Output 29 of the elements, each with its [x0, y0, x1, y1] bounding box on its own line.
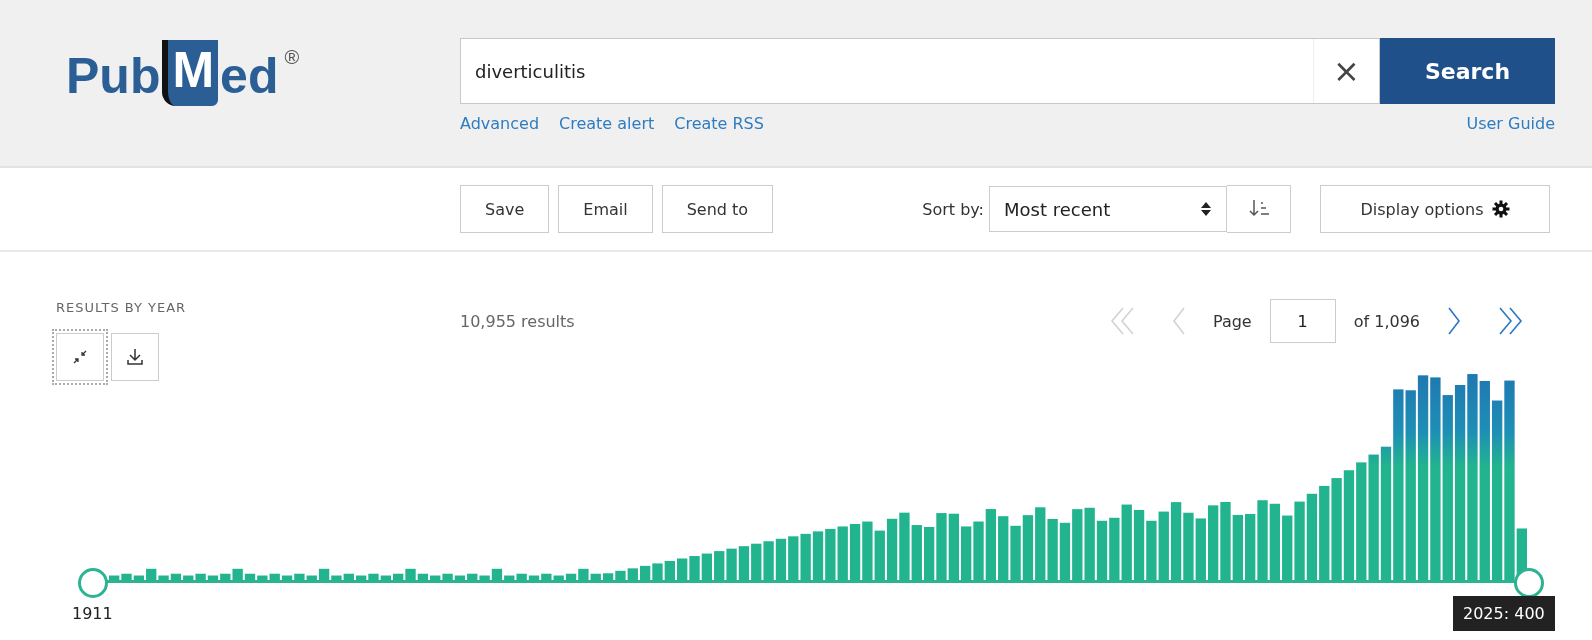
- search-link[interactable]: Create RSS: [674, 114, 764, 133]
- sort-label: Sort by:: [922, 199, 984, 219]
- chart-title: RESULTS BY YEAR: [56, 300, 188, 315]
- range-start-handle[interactable]: [78, 568, 108, 598]
- download-icon: [125, 347, 145, 367]
- page-total: of 1,096: [1353, 311, 1420, 331]
- search-link[interactable]: Create alert: [559, 114, 655, 133]
- page-label: Page: [1212, 311, 1252, 331]
- last-page-icon[interactable]: [1496, 306, 1524, 336]
- download-button[interactable]: [111, 333, 159, 381]
- collapse-icon: [72, 349, 88, 365]
- start-year-label: 1911: [72, 604, 113, 623]
- search-field[interactable]: diverticulitis ×: [460, 38, 1380, 104]
- action-button[interactable]: Email: [558, 185, 653, 233]
- action-button[interactable]: Send to: [661, 185, 774, 233]
- search-link[interactable]: Advanced: [460, 114, 540, 133]
- sort-order-button[interactable]: [1227, 185, 1291, 233]
- sort-dropdown[interactable]: Most recent: [989, 186, 1227, 232]
- page-input[interactable]: 1: [1269, 299, 1336, 343]
- pubmed-logo[interactable]: Pub M ed$^{®}$: [0, 38, 395, 128]
- next-page-icon[interactable]: [1446, 306, 1462, 336]
- user-guide-link[interactable]: User Guide: [1466, 114, 1555, 133]
- action-button[interactable]: Save: [460, 185, 550, 233]
- search-button[interactable]: Search: [1380, 38, 1555, 104]
- up-down-icon: [1200, 201, 1212, 217]
- year-tooltip: 2025: 400: [1453, 596, 1555, 631]
- results-count: 10,955 results: [460, 312, 575, 333]
- gear-icon: [1491, 200, 1510, 218]
- display-options-button[interactable]: Display options: [1320, 185, 1550, 233]
